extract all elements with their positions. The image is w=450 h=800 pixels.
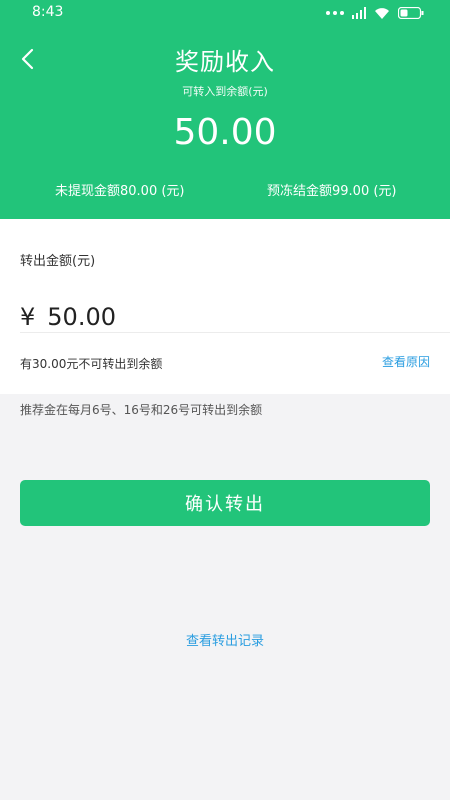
confirm-transfer-button[interactable]: 确认转出 (20, 480, 430, 526)
transferable-label: 可转入到余额(元) (182, 85, 268, 98)
signal-icon (352, 4, 366, 23)
dots-icon (326, 11, 344, 15)
page-title: 奖励收入 (175, 48, 275, 76)
divider (20, 332, 450, 333)
battery-icon (397, 4, 424, 23)
transfer-amount-label: 转出金额(元) (20, 254, 96, 269)
wifi-icon (374, 4, 390, 23)
view-reason-link[interactable]: 查看原因 (382, 353, 430, 370)
transfer-schedule-hint: 推荐金在每月6号、16号和26号可转出到余额 (20, 403, 263, 417)
currency-symbol: ¥ (20, 303, 36, 331)
amount-input[interactable] (47, 303, 408, 331)
status-time: 8:43 (32, 4, 64, 20)
transfer-card: 转出金额(元) ¥ 有30.00元不可转出到余额 查看原因 (0, 219, 450, 394)
non-transferable-note: 有30.00元不可转出到余额 (20, 357, 163, 371)
status-bar: 8:43 (0, 0, 450, 26)
view-records-link[interactable]: 查看转出记录 (0, 630, 450, 649)
unwithdrawn-amount: 未提现金额80.00 (元) (55, 184, 185, 199)
transferable-amount: 50.00 (173, 112, 277, 153)
frozen-amount: 预冻结金额99.00 (元) (267, 184, 397, 199)
status-icons (326, 5, 424, 21)
header: 8:43 奖励收入 可转入到余额(元) 50.00 未提现金额80.00 (元)… (0, 0, 450, 219)
amount-row: ¥ (20, 299, 408, 335)
